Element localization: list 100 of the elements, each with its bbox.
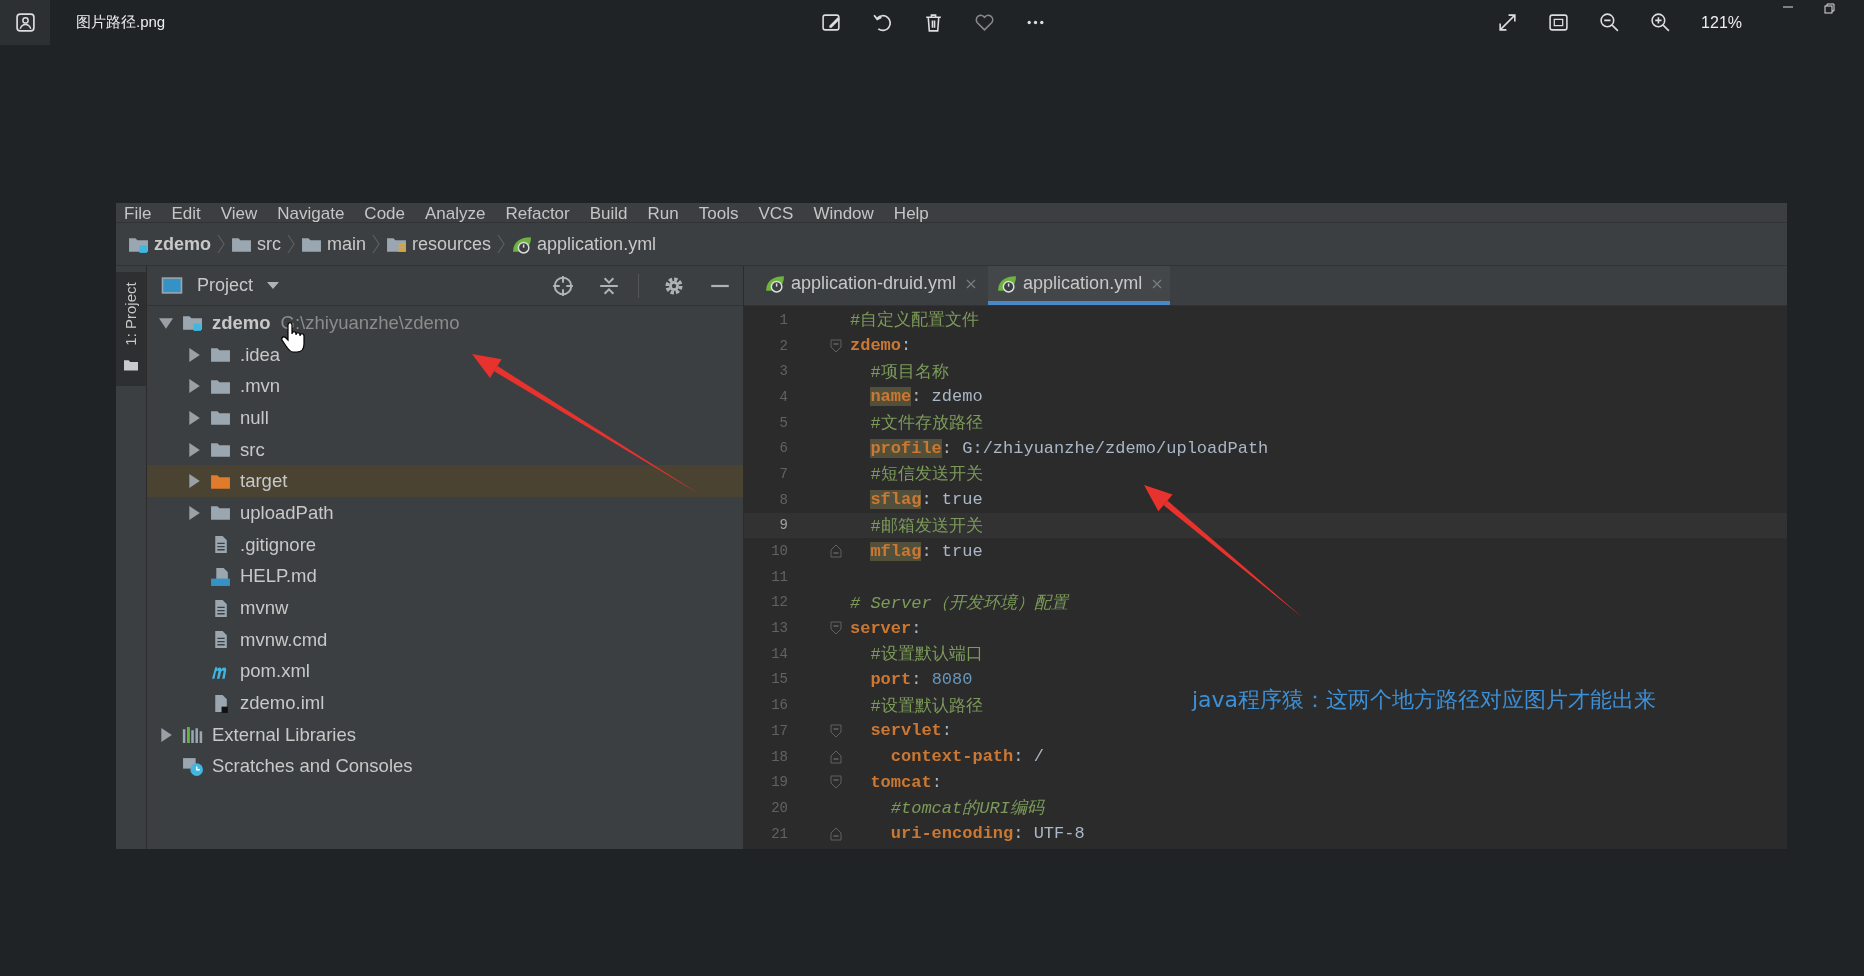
menu-item[interactable]: View — [220, 205, 258, 222]
tree-item[interactable]: HELP.md — [147, 560, 743, 593]
fold-icon[interactable] — [830, 621, 842, 636]
collapsed-arrow-icon[interactable] — [187, 379, 201, 394]
line-number: 8 — [778, 491, 788, 508]
menu-item[interactable]: File — [124, 205, 152, 222]
code-text: : — [911, 669, 923, 689]
fold-icon[interactable] — [830, 723, 842, 738]
tree-item[interactable]: .mvn — [147, 370, 743, 403]
expanded-arrow-icon[interactable] — [159, 315, 173, 330]
project-path: G:\zhiyuanzhe\zdemo — [280, 311, 460, 334]
menu-item[interactable]: Tools — [698, 205, 739, 222]
tree-item[interactable]: External Libraries — [147, 718, 743, 751]
annotation-text: java程序猿：这两个地方路径对应图片才能出来 — [1192, 686, 1657, 714]
code-text: : true — [921, 490, 983, 510]
chevron-icon — [217, 233, 225, 255]
menu-item[interactable]: Run — [647, 205, 679, 222]
line-number: 20 — [770, 799, 788, 816]
code-key: context-path — [890, 747, 1014, 767]
dropdown-caret-icon[interactable] — [267, 281, 280, 290]
fold-end-icon[interactable] — [830, 544, 842, 559]
code-key: profile — [870, 438, 942, 458]
collapsed-arrow-icon[interactable] — [187, 442, 201, 457]
collapsed-arrow-icon[interactable] — [187, 410, 201, 425]
rotate-icon[interactable] — [871, 12, 893, 33]
zoom-out-icon[interactable] — [1599, 12, 1621, 33]
tree-item[interactable]: mvnw.cmd — [147, 623, 743, 656]
tree-item[interactable]: target — [147, 465, 743, 498]
breadcrumb[interactable]: zdemo — [154, 233, 211, 255]
leaf-icon — [996, 274, 1018, 293]
breadcrumb[interactable]: application.yml — [537, 233, 657, 255]
menu-item[interactable]: Refactor — [505, 205, 570, 222]
line-number: 13 — [770, 620, 788, 637]
breadcrumb[interactable]: src — [257, 233, 281, 255]
collapsed-arrow-icon[interactable] — [187, 505, 201, 520]
heart-icon[interactable] — [973, 12, 995, 33]
folder-icon — [210, 440, 231, 460]
tree-item[interactable]: zdemo G:\zhiyuanzhe\zdemo — [147, 307, 743, 339]
menu-item[interactable]: Window — [813, 205, 874, 222]
tree-item[interactable]: uploadPath — [147, 497, 743, 529]
chevron-icon — [497, 233, 506, 255]
collapsed-arrow-icon[interactable] — [187, 474, 201, 489]
code-key: server — [850, 618, 912, 638]
fold-end-icon[interactable] — [830, 749, 842, 764]
file-name: 图片路径.png — [76, 13, 166, 32]
code-key: port — [870, 669, 912, 689]
tree-item[interactable]: mvnw — [147, 592, 743, 624]
menu-item[interactable]: Code — [364, 205, 405, 222]
fullscreen-icon[interactable] — [1497, 12, 1519, 33]
tree-item[interactable]: Scratches and Consoles — [147, 750, 743, 783]
code-text: : / — [1013, 747, 1044, 767]
code-key: mflag — [870, 541, 922, 561]
folder-icon — [210, 345, 231, 365]
code-text: : — [901, 336, 912, 356]
line-number: 12 — [770, 594, 788, 611]
breadcrumb[interactable]: resources — [412, 233, 492, 255]
zoom-in-icon[interactable] — [1650, 12, 1672, 33]
tree-item[interactable]: pom.xml — [147, 655, 743, 688]
project-tool-tab[interactable]: 1: Project — [116, 272, 146, 386]
code-text: : zdemo — [911, 387, 983, 407]
line-number: 6 — [778, 440, 788, 457]
line-number: 3 — [778, 363, 788, 380]
collapsed-arrow-icon[interactable] — [187, 347, 201, 362]
code-comment: #文件存放路径 — [870, 413, 983, 435]
editor-tab[interactable]: application-druid.yml — [756, 266, 985, 305]
folder-icon[interactable] — [123, 358, 139, 372]
menu-item[interactable]: Build — [589, 205, 628, 222]
crosshair-icon[interactable] — [552, 274, 574, 297]
fold-icon[interactable] — [830, 338, 842, 353]
code-comment: #短信发送开关 — [870, 464, 983, 486]
tree-item[interactable]: .gitignore — [147, 528, 743, 561]
restore-icon[interactable] — [1824, 2, 1836, 15]
panel-title[interactable]: Project — [197, 275, 254, 296]
close-icon[interactable] — [1152, 278, 1163, 289]
code-comment: #tomcat的URI编码 — [890, 798, 1044, 820]
chevron-icon — [372, 233, 381, 255]
menu-item[interactable]: Navigate — [277, 205, 345, 222]
edit-image-icon[interactable] — [820, 12, 842, 33]
line-number: 1 — [778, 311, 788, 328]
tree-item[interactable]: src — [147, 433, 743, 466]
menu-item[interactable]: Analyze — [425, 205, 486, 222]
close-icon[interactable] — [966, 278, 977, 289]
line-number: 14 — [770, 645, 788, 662]
tree-item[interactable]: zdemo.iml — [147, 687, 743, 719]
fit-screen-icon[interactable] — [1548, 12, 1570, 33]
editor-tab[interactable]: application.yml — [988, 266, 1171, 305]
menu-item[interactable]: VCS — [758, 205, 794, 222]
tree-item[interactable]: .idea — [147, 338, 743, 371]
menu-item[interactable]: Edit — [171, 205, 201, 222]
breadcrumb[interactable]: main — [327, 233, 367, 255]
scratches-clock-icon — [182, 756, 203, 776]
fold-icon[interactable] — [830, 775, 842, 790]
fold-end-icon[interactable] — [830, 826, 842, 841]
markdown-file-icon — [210, 566, 231, 586]
menu-item[interactable]: Help — [893, 205, 929, 222]
code-key: sflag — [870, 490, 922, 510]
line-number: 10 — [770, 543, 788, 560]
collapsed-arrow-icon[interactable] — [159, 727, 173, 742]
tree-item[interactable]: null — [147, 402, 743, 434]
line-number: 17 — [770, 722, 788, 739]
